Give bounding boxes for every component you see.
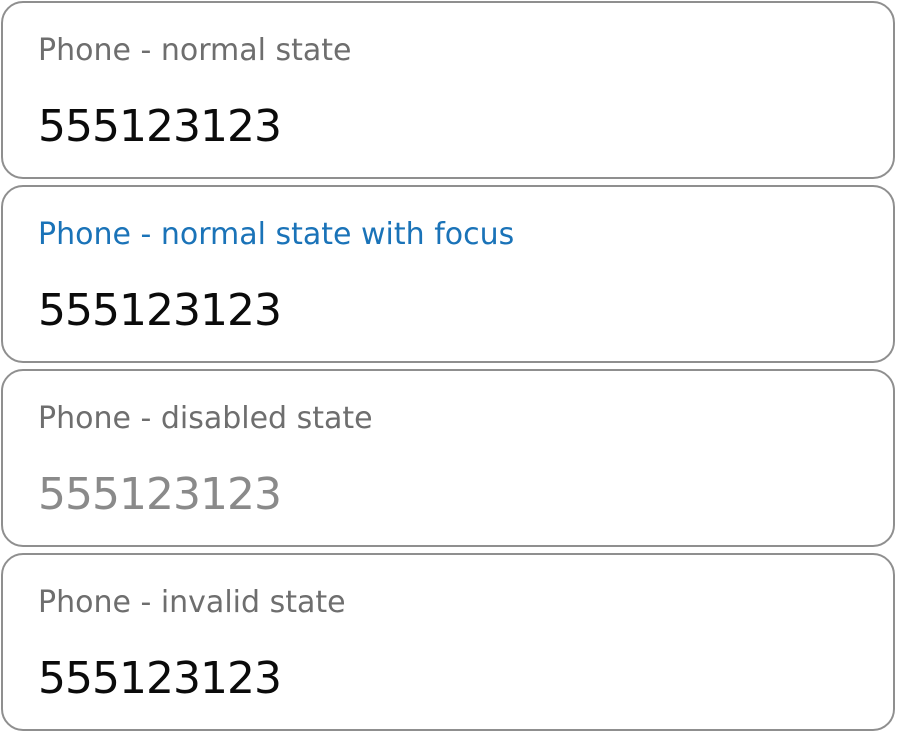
phone-input-focused[interactable] bbox=[38, 283, 858, 339]
phone-field-focused[interactable]: Phone - normal state with focus bbox=[1, 185, 895, 363]
phone-field-invalid[interactable]: Phone - invalid state bbox=[1, 553, 895, 731]
phone-field-disabled-label: Phone - disabled state bbox=[38, 401, 373, 436]
phone-input-normal[interactable] bbox=[38, 99, 858, 155]
phone-field-disabled: Phone - disabled state bbox=[1, 369, 895, 547]
phone-input-disabled bbox=[38, 467, 858, 523]
phone-field-invalid-label: Phone - invalid state bbox=[38, 585, 346, 620]
phone-field-normal[interactable]: Phone - normal state bbox=[1, 1, 895, 179]
phone-field-normal-label: Phone - normal state bbox=[38, 33, 352, 68]
phone-input-invalid[interactable] bbox=[38, 651, 858, 707]
phone-field-focused-label: Phone - normal state with focus bbox=[38, 217, 515, 252]
